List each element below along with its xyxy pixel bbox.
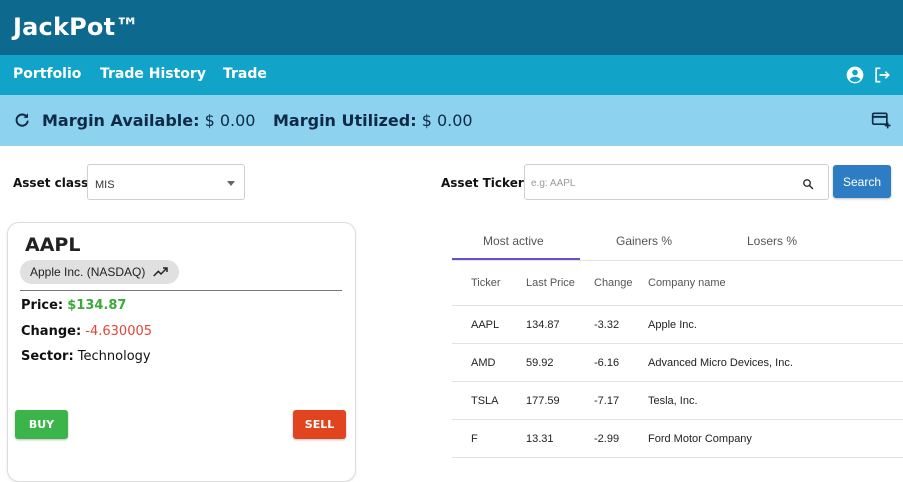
margin-available: Margin Available: $ 0.00: [42, 111, 255, 130]
chevron-down-icon: [227, 181, 235, 186]
row-change: -7.17: [594, 395, 620, 407]
asset-ticker-label: Asset Ticker:: [441, 176, 529, 190]
margin-available-label: Margin Available:: [42, 111, 200, 130]
company-chip[interactable]: Apple Inc. (NASDAQ): [20, 260, 180, 284]
row-change: -2.99: [594, 433, 620, 445]
row-ticker: TSLA: [471, 395, 499, 407]
change-value: -4.630005: [85, 324, 153, 339]
nav-bar: Portfolio Trade History Trade: [0, 55, 903, 95]
change-row: Change: -4.630005: [21, 324, 152, 339]
margin-utilized-value: $ 0.00: [421, 111, 473, 130]
ticker-search-field[interactable]: [524, 164, 829, 200]
row-ticker: AAPL: [471, 319, 500, 331]
buy-button[interactable]: BUY: [15, 410, 68, 439]
column-header-last-price[interactable]: Last Price: [526, 277, 575, 289]
row-change: -3.32: [594, 319, 620, 331]
column-header-change[interactable]: Change: [594, 277, 633, 289]
market-table: Ticker Last Price Change Company name AA…: [452, 263, 903, 458]
column-header-company[interactable]: Company name: [648, 277, 726, 289]
row-last-price: 177.59: [526, 395, 560, 407]
tab-gainers[interactable]: Gainers %: [616, 234, 672, 248]
refresh-icon[interactable]: [13, 111, 31, 129]
app-header: JackPot™: [0, 0, 903, 55]
row-ticker: F: [471, 433, 478, 445]
nav-item-trade[interactable]: Trade: [223, 66, 267, 82]
asset-class-value: MIS: [95, 179, 115, 191]
sector-value: Technology: [77, 349, 151, 364]
table-row[interactable]: F 13.31 -2.99 Ford Motor Company: [452, 420, 903, 458]
table-row[interactable]: AAPL 134.87 -3.32 Apple Inc.: [452, 306, 903, 344]
search-button[interactable]: Search: [833, 165, 891, 198]
card-divider: [20, 290, 342, 291]
sector-label: Sector:: [21, 349, 74, 364]
row-company: Apple Inc.: [648, 319, 697, 331]
logout-icon[interactable]: [872, 65, 892, 85]
account-circle-icon[interactable]: [845, 65, 865, 85]
nav-item-portfolio[interactable]: Portfolio: [13, 66, 81, 82]
row-ticker: AMD: [471, 357, 496, 369]
price-value: $134.87: [67, 298, 127, 313]
margin-utilized: Margin Utilized: $ 0.00: [273, 111, 473, 130]
margin-available-value: $ 0.00: [204, 111, 256, 130]
active-tab-indicator: [452, 258, 580, 260]
column-header-ticker[interactable]: Ticker: [471, 277, 501, 289]
stock-ticker: AAPL: [25, 234, 81, 256]
row-last-price: 13.31: [526, 433, 554, 445]
asset-class-select[interactable]: MIS: [87, 164, 245, 200]
add-card-icon[interactable]: [871, 110, 891, 130]
market-tabs: Most active Gainers % Losers %: [452, 222, 903, 261]
table-row[interactable]: TSLA 177.59 -7.17 Tesla, Inc.: [452, 382, 903, 420]
company-chip-label: Apple Inc. (NASDAQ): [30, 265, 146, 279]
row-company: Advanced Micro Devices, Inc.: [648, 357, 793, 369]
row-company: Tesla, Inc.: [648, 395, 698, 407]
table-row[interactable]: AMD 59.92 -6.16 Advanced Micro Devices, …: [452, 344, 903, 382]
change-label: Change:: [21, 324, 82, 339]
ticker-search-input[interactable]: [531, 173, 791, 193]
row-change: -6.16: [594, 357, 620, 369]
tab-losers[interactable]: Losers %: [747, 234, 797, 248]
row-last-price: 59.92: [526, 357, 554, 369]
table-header: Ticker Last Price Change Company name: [452, 263, 903, 306]
row-last-price: 134.87: [526, 319, 560, 331]
margin-bar: Margin Available: $ 0.00 Margin Utilized…: [0, 95, 903, 146]
row-company: Ford Motor Company: [648, 433, 752, 445]
sell-button[interactable]: SELL: [293, 410, 346, 439]
margin-utilized-label: Margin Utilized:: [273, 111, 417, 130]
trending-up-icon: [153, 267, 169, 277]
app-title: JackPot™: [13, 13, 140, 41]
stock-card: AAPL Apple Inc. (NASDAQ) Price: $134.87 …: [7, 222, 356, 482]
nav-item-trade-history[interactable]: Trade History: [100, 66, 206, 82]
asset-class-label: Asset class:: [13, 176, 94, 190]
sector-row: Sector: Technology: [21, 349, 151, 364]
search-icon[interactable]: [802, 178, 814, 190]
price-label: Price:: [21, 298, 64, 313]
price-row: Price: $134.87: [21, 298, 126, 313]
tab-most-active[interactable]: Most active: [483, 234, 544, 248]
